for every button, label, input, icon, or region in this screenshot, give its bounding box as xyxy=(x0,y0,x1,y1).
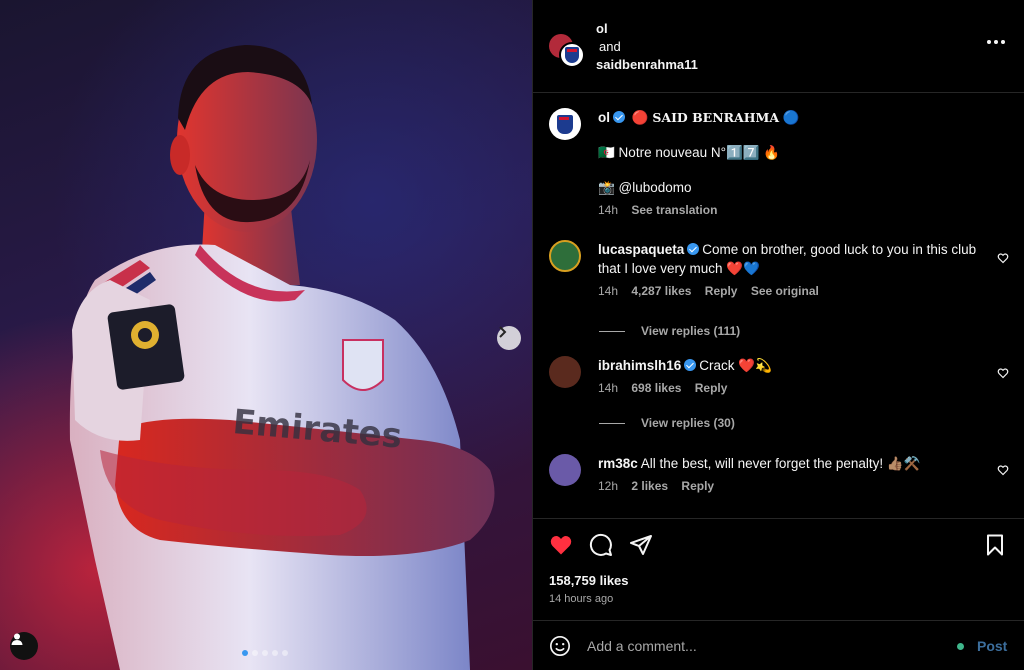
carousel-dot xyxy=(252,650,258,656)
collab-names: ol and saidbenrahma11 xyxy=(596,20,698,74)
more-options-icon[interactable] xyxy=(987,40,1005,44)
avatar[interactable] xyxy=(549,454,581,486)
like-heart-icon[interactable] xyxy=(997,252,1009,264)
post-actions: 158,759 likes 14 hours ago xyxy=(533,518,1024,620)
caption-username[interactable]: ol xyxy=(598,110,610,125)
carousel-indicator xyxy=(242,650,288,656)
view-replies-label: View replies (111) xyxy=(641,324,741,338)
caption-line: 🇩🇿 Notre nouveau N°1️⃣7️⃣ 🔥 xyxy=(598,145,781,160)
like-heart-icon[interactable] xyxy=(997,367,1009,379)
ol-logo-icon xyxy=(557,114,573,134)
caption-line: 📸 @lubodomo xyxy=(598,180,692,195)
ol-logo-icon xyxy=(565,47,579,63)
avatar[interactable] xyxy=(549,108,581,140)
collab-avatars[interactable] xyxy=(549,34,585,70)
save-button[interactable] xyxy=(983,533,1007,557)
comment-text: Crack ❤️💫 xyxy=(699,358,772,373)
comments-section: ol 🔴 SAID BENRAHMA 🔵 🇩🇿 Notre nouveau N°… xyxy=(533,94,1024,518)
timestamp: 14h xyxy=(598,381,619,395)
share-button[interactable] xyxy=(629,533,653,557)
comment-likes[interactable]: 698 likes xyxy=(631,381,681,395)
player-photo: Emirates xyxy=(69,45,495,670)
caption-title-prefix: 🔴 xyxy=(631,110,649,125)
comment-username[interactable]: lucaspaqueta xyxy=(598,242,684,257)
chevron-right-icon xyxy=(499,326,507,338)
add-comment-bar: Post xyxy=(533,620,1024,670)
view-replies-label: View replies (30) xyxy=(641,416,735,430)
smiley-icon xyxy=(550,636,570,656)
emoji-button[interactable] xyxy=(549,635,571,662)
verified-badge-icon xyxy=(684,359,697,371)
reply-button[interactable]: Reply xyxy=(681,479,714,493)
comment-likes[interactable]: 2 likes xyxy=(631,479,668,493)
comment-text: All the best, will never forget the pena… xyxy=(640,456,921,471)
status-dot xyxy=(957,643,964,650)
and-text: and xyxy=(599,39,621,54)
heart-filled-icon xyxy=(550,536,572,555)
see-translation-link[interactable]: See translation xyxy=(631,203,717,217)
caption-title: SAID BENRAHMA xyxy=(652,110,780,125)
carousel-dot xyxy=(262,650,268,656)
comment-button[interactable] xyxy=(589,533,613,557)
caption-title-suffix: 🔵 xyxy=(782,110,800,125)
avatar[interactable] xyxy=(549,356,581,388)
see-original-link[interactable]: See original xyxy=(751,284,819,298)
reply-button[interactable]: Reply xyxy=(705,284,738,298)
post-header: ol and saidbenrahma11 xyxy=(533,0,1024,93)
avatar xyxy=(559,42,585,68)
view-replies-button[interactable]: View replies (111) xyxy=(599,324,740,338)
likes-count[interactable]: 158,759 likes xyxy=(549,573,629,588)
post-time: 14 hours ago xyxy=(549,593,614,605)
avatar[interactable] xyxy=(549,240,581,272)
post-sidebar: ol and saidbenrahma11 ol 🔴 SAID BENRAHMA… xyxy=(532,0,1024,670)
user-icon xyxy=(11,633,23,645)
like-button[interactable] xyxy=(549,533,573,557)
collaborator-username[interactable]: saidbenrahma11 xyxy=(596,56,698,74)
paper-plane-icon xyxy=(630,535,652,555)
timestamp: 14h xyxy=(598,284,619,298)
carousel-dot xyxy=(242,650,248,656)
author-username[interactable]: ol xyxy=(596,20,698,38)
comment-username[interactable]: rm38c xyxy=(598,456,638,471)
timestamp: 14h xyxy=(598,203,619,217)
timestamp: 12h xyxy=(598,479,619,493)
next-image-button[interactable] xyxy=(497,326,521,350)
carousel-dot xyxy=(272,650,278,656)
comment-username[interactable]: ibrahimslh16 xyxy=(598,358,681,373)
bookmark-icon xyxy=(987,534,1003,556)
tagged-users-button[interactable] xyxy=(10,632,38,660)
like-heart-icon[interactable] xyxy=(997,464,1009,476)
comment-bubble-icon xyxy=(589,533,612,556)
comment-likes[interactable]: 4,287 likes xyxy=(631,284,691,298)
post-image[interactable]: Emirates xyxy=(0,0,532,670)
carousel-dot xyxy=(282,650,288,656)
post-button[interactable]: Post xyxy=(977,638,1007,654)
verified-badge-icon xyxy=(613,111,625,123)
view-replies-button[interactable]: View replies (30) xyxy=(599,416,735,430)
comment-input[interactable] xyxy=(587,633,927,659)
verified-badge-icon xyxy=(687,243,700,255)
reply-button[interactable]: Reply xyxy=(695,381,728,395)
